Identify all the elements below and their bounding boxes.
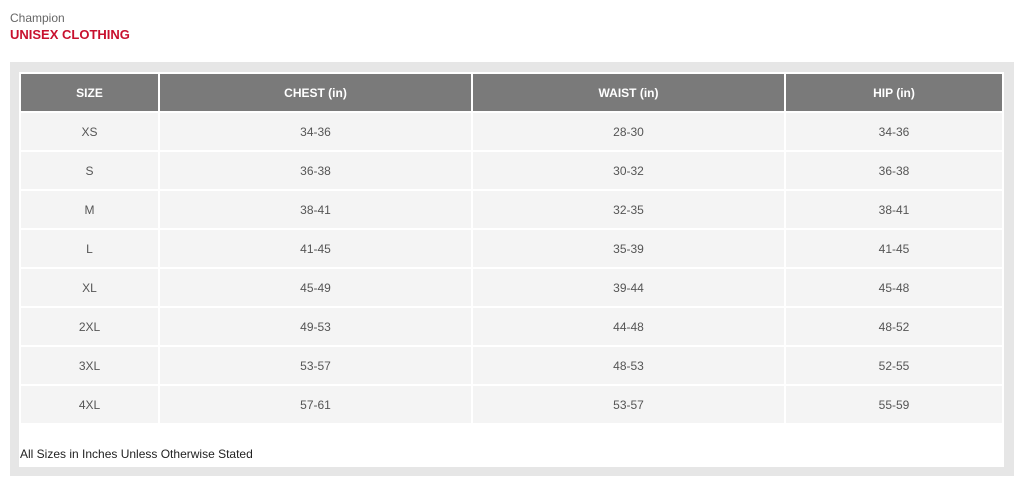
table-header-row: SIZE CHEST (in) WAIST (in) HIP (in) — [21, 74, 1002, 111]
waist-cell: 30-32 — [473, 152, 784, 189]
size-cell: 4XL — [21, 386, 158, 423]
size-chart-card: SIZE CHEST (in) WAIST (in) HIP (in) XS 3… — [19, 72, 1004, 467]
page-header: Champion UNISEX CLOTHING — [10, 11, 130, 43]
table-row: XL 45-49 39-44 45-48 — [21, 269, 1002, 306]
waist-cell: 39-44 — [473, 269, 784, 306]
hip-cell: 48-52 — [786, 308, 1002, 345]
brand-name: Champion — [10, 11, 65, 25]
chest-cell: 34-36 — [160, 113, 471, 150]
table-row: S 36-38 30-32 36-38 — [21, 152, 1002, 189]
size-cell: L — [21, 230, 158, 267]
size-cell: 3XL — [21, 347, 158, 384]
column-header-size: SIZE — [21, 74, 158, 111]
waist-cell: 44-48 — [473, 308, 784, 345]
table-row: 2XL 49-53 44-48 48-52 — [21, 308, 1002, 345]
column-header-hip: HIP (in) — [786, 74, 1002, 111]
table-row: XS 34-36 28-30 34-36 — [21, 113, 1002, 150]
column-header-chest: CHEST (in) — [160, 74, 471, 111]
hip-cell: 45-48 — [786, 269, 1002, 306]
table-row: 3XL 53-57 48-53 52-55 — [21, 347, 1002, 384]
footnote: All Sizes in Inches Unless Otherwise Sta… — [20, 447, 253, 461]
chest-cell: 38-41 — [160, 191, 471, 228]
chest-cell: 49-53 — [160, 308, 471, 345]
hip-cell: 52-55 — [786, 347, 1002, 384]
size-chart-table: SIZE CHEST (in) WAIST (in) HIP (in) XS 3… — [19, 72, 1004, 425]
chest-cell: 41-45 — [160, 230, 471, 267]
waist-cell: 28-30 — [473, 113, 784, 150]
table-row: L 41-45 35-39 41-45 — [21, 230, 1002, 267]
waist-cell: 35-39 — [473, 230, 784, 267]
waist-cell: 48-53 — [473, 347, 784, 384]
chest-cell: 53-57 — [160, 347, 471, 384]
chest-cell: 45-49 — [160, 269, 471, 306]
size-chart-panel: SIZE CHEST (in) WAIST (in) HIP (in) XS 3… — [10, 62, 1014, 476]
size-cell: XL — [21, 269, 158, 306]
hip-cell: 55-59 — [786, 386, 1002, 423]
table-row: 4XL 57-61 53-57 55-59 — [21, 386, 1002, 423]
size-cell: 2XL — [21, 308, 158, 345]
waist-cell: 53-57 — [473, 386, 784, 423]
category-title: UNISEX CLOTHING — [10, 27, 130, 42]
hip-cell: 38-41 — [786, 191, 1002, 228]
hip-cell: 36-38 — [786, 152, 1002, 189]
hip-cell: 34-36 — [786, 113, 1002, 150]
hip-cell: 41-45 — [786, 230, 1002, 267]
chest-cell: 36-38 — [160, 152, 471, 189]
waist-cell: 32-35 — [473, 191, 784, 228]
size-cell: M — [21, 191, 158, 228]
size-cell: S — [21, 152, 158, 189]
table-row: M 38-41 32-35 38-41 — [21, 191, 1002, 228]
size-cell: XS — [21, 113, 158, 150]
chest-cell: 57-61 — [160, 386, 471, 423]
column-header-waist: WAIST (in) — [473, 74, 784, 111]
